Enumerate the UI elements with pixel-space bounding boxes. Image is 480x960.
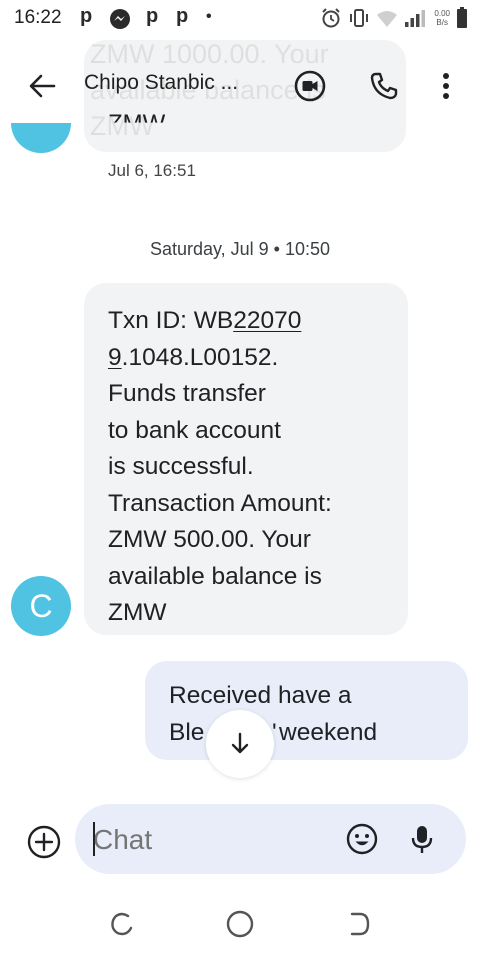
- message-timestamp: Jul 6, 16:51: [108, 161, 196, 180]
- txn-id-link[interactable]: 22070: [233, 307, 301, 334]
- microphone-icon[interactable]: [405, 822, 439, 856]
- message-line: available balance is: [108, 562, 322, 590]
- contact-avatar[interactable]: C: [11, 576, 71, 636]
- wifi-icon: [377, 11, 398, 27]
- status-bar: 16:22 p p p • 0.00 B/s: [0, 0, 480, 36]
- text-caret: [93, 822, 95, 856]
- chat-input[interactable]: [93, 824, 313, 856]
- alarm-icon: [322, 8, 341, 28]
- messenger-icon: [109, 8, 131, 35]
- app-bar: Chipo Stanbic ...: [0, 50, 480, 116]
- add-circle-icon[interactable]: [26, 824, 62, 860]
- more-vert-icon[interactable]: [426, 66, 466, 106]
- message-line: to bank account: [108, 416, 281, 444]
- message-line: is successful.: [108, 453, 254, 480]
- message-line: Txn ID: WB22070: [108, 307, 302, 334]
- back-icon[interactable]: [340, 906, 376, 942]
- notification-dot-icon: •: [206, 8, 212, 25]
- video-call-icon[interactable]: [290, 66, 330, 106]
- recent-apps-icon[interactable]: [104, 906, 140, 942]
- message-line: ZMW 500.00. Your: [108, 526, 311, 553]
- conversation-title[interactable]: Chipo Stanbic ...: [84, 71, 238, 95]
- network-speed: 0.00 B/s: [434, 9, 450, 27]
- message-line: 9.1048.L00152.: [108, 343, 279, 371]
- notification-p-icon: p: [176, 5, 189, 27]
- message-composer[interactable]: [75, 804, 466, 874]
- outgoing-message-bubble[interactable]: Received have a Ble weekend ': [145, 661, 468, 760]
- phone-call-icon[interactable]: [364, 66, 404, 106]
- notification-p-icon: p: [146, 5, 159, 27]
- date-divider: Saturday, Jul 9 • 10:50: [149, 239, 331, 259]
- signal-icon: [405, 10, 426, 27]
- incoming-message-text: Txn ID: WB22070 9.1048.L00152. Funds tra…: [108, 303, 398, 632]
- notification-p-icon: p: [80, 5, 93, 27]
- outgoing-message-text: Received have a Ble weekend ': [169, 682, 378, 746]
- vibrate-icon: [350, 9, 369, 27]
- message-line: Transaction Amount:: [108, 489, 332, 517]
- txn-id-link-cont[interactable]: 9: [108, 344, 122, 371]
- message-line: ZMW: [108, 599, 167, 626]
- emoji-icon[interactable]: [345, 822, 379, 856]
- status-icons: 0.00 B/s: [320, 6, 468, 30]
- arrow-down-icon: [231, 732, 249, 754]
- incoming-message-bubble[interactable]: Txn ID: WB22070 9.1048.L00152. Funds tra…: [84, 283, 408, 635]
- message-line: Funds transfer: [108, 380, 266, 407]
- back-arrow-icon[interactable]: [24, 68, 60, 104]
- home-icon[interactable]: [222, 906, 258, 942]
- scroll-to-bottom-button[interactable]: [206, 710, 274, 778]
- battery-icon: [457, 7, 467, 28]
- status-time: 16:22: [14, 7, 62, 28]
